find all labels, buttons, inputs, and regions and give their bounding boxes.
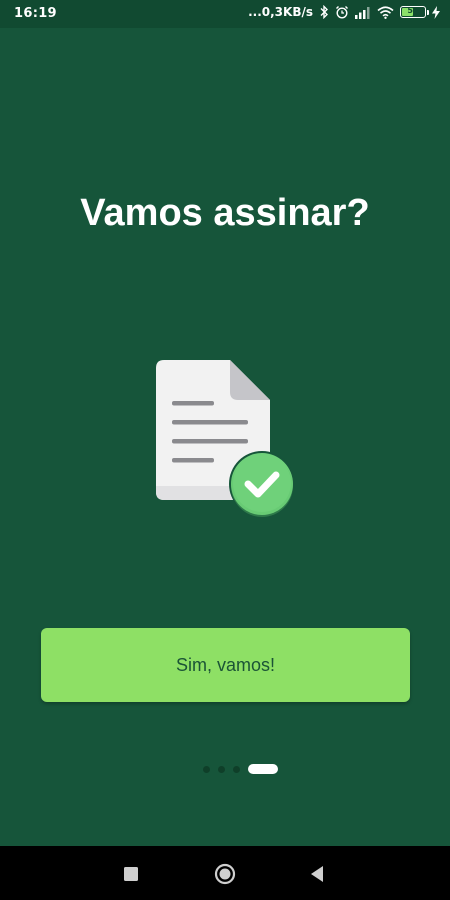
page-dot-active[interactable]	[247, 764, 278, 774]
page-title: Vamos assinar?	[80, 192, 370, 234]
battery-level: 51	[407, 6, 419, 15]
battery-tip	[427, 10, 429, 15]
navigation-bar	[0, 846, 450, 900]
onboarding-screen: 16:19 ...0,3KB/s 51 Vamos assinar? Sim, …	[0, 0, 450, 900]
signed-document-icon	[156, 360, 295, 517]
page-dot[interactable]	[217, 765, 225, 773]
charging-icon	[432, 5, 440, 19]
signal-icon	[355, 6, 370, 19]
bluetooth-icon	[320, 5, 328, 19]
network-speed: ...0,3KB/s	[248, 5, 313, 19]
status-icons: ...0,3KB/s 51	[248, 5, 440, 19]
alarm-icon	[336, 6, 348, 19]
page-dot[interactable]	[232, 765, 240, 773]
start-signing-button[interactable]: Sim, vamos!	[41, 628, 410, 702]
status-bar: 16:19 ...0,3KB/s 51	[0, 0, 450, 28]
home-circle-icon[interactable]	[214, 863, 236, 885]
battery-icon: 51	[400, 6, 429, 18]
wifi-icon	[377, 5, 394, 19]
page-indicator[interactable]	[0, 764, 450, 774]
back-triangle-icon[interactable]	[306, 863, 328, 885]
page-dot[interactable]	[202, 765, 210, 773]
status-time: 16:19	[14, 6, 57, 21]
recents-square-icon[interactable]	[120, 863, 142, 885]
